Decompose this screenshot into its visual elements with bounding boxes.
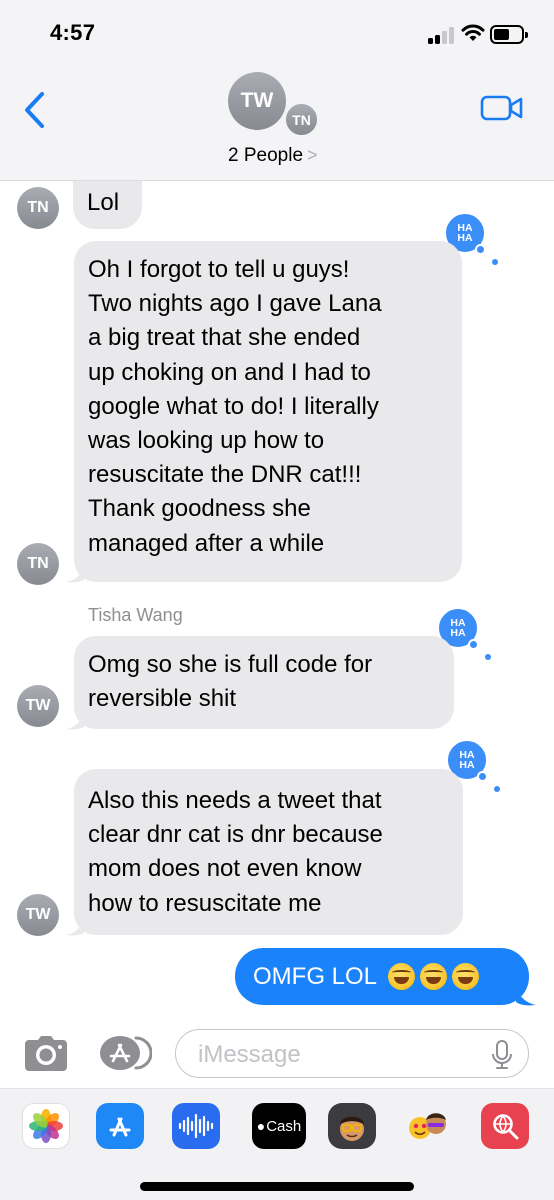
incoming-message-bubble[interactable]: Also this needs a tweet that clear dnr c…: [74, 769, 463, 935]
memoji-icon[interactable]: [328, 1103, 376, 1149]
message-line: was looking up how to: [88, 427, 325, 455]
message-input[interactable]: iMessage: [175, 1029, 529, 1078]
app-store-button-icon[interactable]: [98, 1034, 152, 1072]
audio-message-icon[interactable]: [172, 1103, 220, 1149]
chevron-right-icon: >: [307, 145, 318, 165]
message-text: Lol: [87, 189, 120, 216]
message-line: mom does not even know: [88, 855, 362, 883]
photos-app-icon[interactable]: [22, 1103, 70, 1149]
group-avatar-secondary[interactable]: TN: [284, 102, 319, 137]
apple-cash-icon[interactable]: ● Cash: [252, 1103, 306, 1149]
facetime-video-icon[interactable]: [480, 94, 524, 122]
message-text: OMFG LOL: [253, 962, 378, 990]
message-line: reversible shit: [88, 685, 237, 713]
camera-icon[interactable]: [24, 1034, 68, 1072]
rolling-on-floor-laughing-emoji-icon: [452, 963, 480, 990]
message-line: Two nights ago I gave Lana: [88, 290, 382, 318]
message-line: managed after a while: [88, 529, 325, 557]
message-line: clear dnr cat is dnr because: [88, 821, 383, 849]
home-indicator[interactable]: [140, 1182, 414, 1191]
tapback-text-bottom: HA: [459, 759, 475, 771]
app-drawer: ● Cash: [0, 1088, 554, 1200]
battery-icon: [490, 25, 528, 44]
bubble-tail: [66, 565, 84, 583]
sender-avatar[interactable]: TW: [17, 685, 59, 727]
dictation-mic-icon[interactable]: [492, 1040, 512, 1070]
message-line: up choking on and I had to: [88, 358, 371, 386]
group-details-button[interactable]: 2 People >: [228, 145, 318, 167]
wifi-icon: [461, 24, 485, 41]
message-line: Oh I forgot to tell u guys!: [88, 256, 350, 283]
back-chevron-icon[interactable]: [22, 90, 48, 130]
message-line: google what to do! I literally: [88, 392, 379, 420]
tapback-text-bottom: HA: [457, 232, 473, 244]
memoji-stickers-icon[interactable]: [403, 1103, 451, 1149]
bubble-tail: [66, 712, 84, 730]
sender-name: Tisha Wang: [88, 605, 183, 625]
message-line: Omg so she is full code for: [88, 651, 373, 678]
sender-avatar[interactable]: TN: [17, 543, 59, 585]
group-label: 2 People: [228, 145, 304, 166]
apple-cash-label: Cash: [266, 1117, 302, 1135]
conversation-header: 4:57 TW TN 2 People >: [0, 0, 554, 181]
rolling-on-floor-laughing-emoji-icon: [420, 963, 448, 990]
rolling-on-floor-laughing-emoji-icon: [388, 963, 416, 990]
message-line: how to resuscitate me: [88, 889, 322, 917]
message-line: Thank goodness she: [88, 495, 311, 523]
cellular-signal-icon: [428, 26, 454, 44]
incoming-message-bubble[interactable]: Omg so she is full code for reversible s…: [74, 636, 454, 729]
sender-avatar[interactable]: TN: [17, 187, 59, 229]
message-line: a big treat that she ended: [88, 324, 361, 352]
incoming-message-bubble[interactable]: Lol: [73, 181, 142, 229]
web-search-icon[interactable]: [481, 1103, 529, 1149]
message-input-placeholder: iMessage: [198, 1041, 301, 1068]
bubble-tail: [66, 918, 84, 936]
incoming-message-bubble[interactable]: Oh I forgot to tell u guys! Two nights a…: [74, 241, 462, 582]
outgoing-message-bubble[interactable]: OMFG LOL: [235, 948, 529, 1005]
tapback-text-bottom: HA: [450, 627, 466, 639]
bubble-tail: [516, 986, 536, 1006]
app-store-icon[interactable]: [96, 1103, 144, 1149]
message-line: Also this needs a tweet that: [88, 787, 382, 814]
sender-avatar[interactable]: TW: [17, 894, 59, 936]
message-line: resuscitate the DNR cat!!!: [88, 461, 362, 489]
group-avatar-primary[interactable]: TW: [228, 72, 286, 130]
status-time: 4:57: [50, 20, 96, 45]
